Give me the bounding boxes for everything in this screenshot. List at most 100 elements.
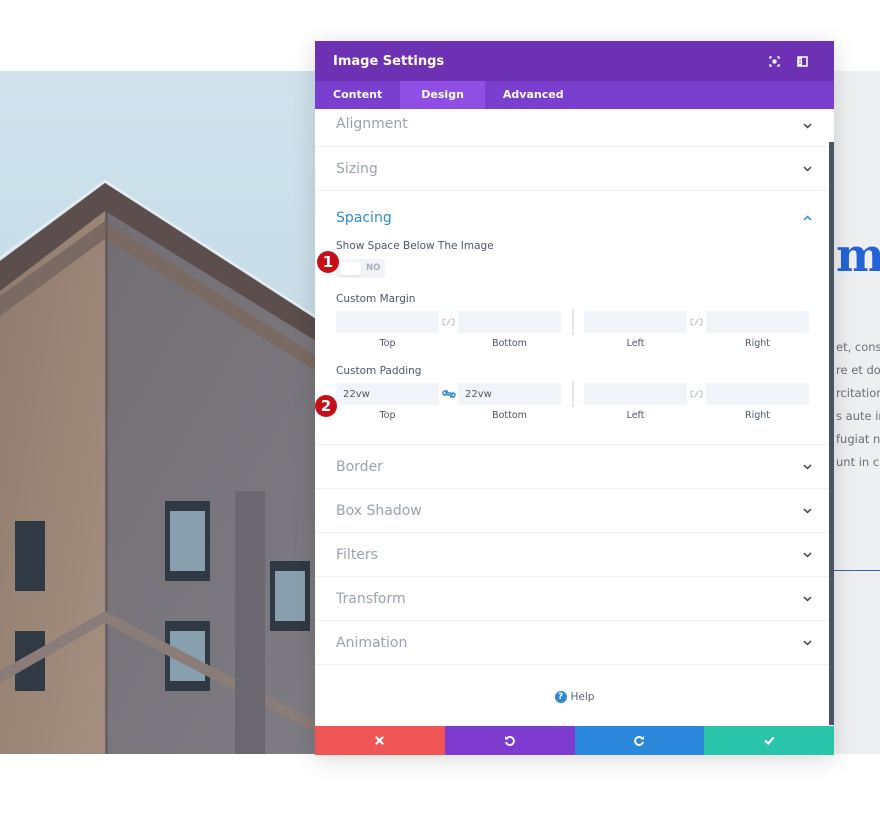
margin-left-right: Left Right bbox=[584, 311, 809, 349]
padding-top-bottom: Top Bottom bbox=[336, 383, 561, 421]
custom-margin-fields: Top Bottom Left Right bbox=[336, 309, 813, 349]
field-label: Left bbox=[626, 410, 645, 421]
modal-footer bbox=[315, 726, 834, 755]
background-text-line: rcitation bbox=[836, 386, 880, 400]
section-title: Alignment bbox=[336, 116, 408, 132]
margin-top-input[interactable] bbox=[336, 311, 439, 333]
toggle-state: NO bbox=[366, 263, 381, 273]
toggle-knob bbox=[340, 262, 361, 275]
modal-title: Image Settings bbox=[333, 53, 445, 69]
close-icon bbox=[375, 736, 384, 745]
chevron-down-icon bbox=[801, 549, 813, 561]
help-link[interactable]: ? Help bbox=[315, 665, 834, 726]
redo-icon bbox=[634, 736, 644, 746]
field-label: Right bbox=[744, 410, 771, 421]
field-label: Top bbox=[379, 338, 396, 349]
chevron-up-icon bbox=[801, 212, 813, 224]
custom-padding-right[interactable] bbox=[706, 383, 809, 405]
image-settings-modal: Image Settings Content Design Advanced A… bbox=[315, 41, 834, 755]
modal-header[interactable]: Image Settings bbox=[315, 41, 834, 81]
field-group: Top bbox=[336, 311, 439, 349]
field-group: Left bbox=[584, 383, 687, 421]
chevron-down-icon bbox=[801, 505, 813, 517]
field-label: Bottom bbox=[492, 338, 527, 349]
building-photo bbox=[0, 71, 316, 754]
custom-padding-top[interactable] bbox=[336, 383, 439, 405]
field-divider bbox=[572, 381, 574, 407]
save-button[interactable] bbox=[704, 726, 834, 755]
tab-content[interactable]: Content bbox=[315, 81, 400, 109]
section-title: Filters bbox=[336, 546, 378, 563]
margin-top-bottom: Top Bottom bbox=[336, 311, 561, 349]
section-box-shadow[interactable]: Box Shadow bbox=[315, 489, 834, 533]
tab-design[interactable]: Design bbox=[400, 81, 485, 109]
page: m I et, consec re et dolo rcitation s au… bbox=[0, 0, 880, 821]
section-title: Box Shadow bbox=[336, 502, 422, 519]
field-group: Bottom bbox=[458, 383, 561, 421]
field-label: Right bbox=[744, 338, 771, 349]
custom-padding-label: Custom Padding bbox=[336, 365, 422, 377]
split-view-icon[interactable] bbox=[788, 51, 816, 71]
background-text-line: re et dolo bbox=[836, 363, 880, 377]
chevron-down-icon bbox=[801, 163, 813, 175]
chevron-down-icon bbox=[801, 593, 813, 605]
chevron-down-icon bbox=[801, 120, 813, 132]
modal-scrollbar[interactable] bbox=[829, 142, 834, 725]
margin-left-input[interactable] bbox=[584, 311, 687, 333]
chevron-down-icon bbox=[801, 637, 813, 649]
section-title: Border bbox=[336, 458, 383, 475]
section-title: Transform bbox=[336, 590, 406, 607]
section-filters[interactable]: Filters bbox=[315, 533, 834, 577]
show-space-label: Show Space Below The Image bbox=[336, 240, 494, 252]
section-border[interactable]: Border bbox=[315, 445, 834, 489]
field-label: Top bbox=[379, 410, 396, 421]
section-title: Animation bbox=[336, 634, 408, 651]
check-icon bbox=[764, 736, 775, 745]
discard-button[interactable] bbox=[315, 726, 445, 755]
help-label: Help bbox=[570, 691, 595, 703]
custom-padding-fields: Top Bottom Left bbox=[336, 381, 813, 421]
link-icon[interactable] bbox=[439, 383, 458, 405]
background-text-line: unt in culp bbox=[836, 455, 880, 469]
chevron-down-icon bbox=[801, 461, 813, 473]
section-title: Spacing bbox=[336, 210, 392, 226]
modal-body: Alignment Sizing Spacing Show Space Belo… bbox=[315, 109, 834, 726]
help-icon: ? bbox=[554, 691, 567, 703]
settings-tabs: Content Design Advanced bbox=[315, 81, 834, 109]
field-group: Right bbox=[706, 311, 809, 349]
annotation-badge-1: 1 bbox=[317, 251, 339, 273]
background-heading: m I bbox=[836, 228, 880, 282]
undo-button[interactable] bbox=[444, 726, 575, 755]
field-group: Bottom bbox=[458, 311, 561, 349]
background-text-line: et, consec bbox=[836, 340, 880, 354]
custom-padding-left[interactable] bbox=[584, 383, 687, 405]
show-space-toggle[interactable]: NO bbox=[336, 259, 385, 278]
unlink-icon[interactable] bbox=[687, 311, 706, 333]
field-label: Bottom bbox=[492, 410, 527, 421]
redo-button[interactable] bbox=[574, 726, 705, 755]
field-group: Top bbox=[336, 383, 439, 421]
section-sizing[interactable]: Sizing bbox=[315, 147, 834, 191]
section-animation[interactable]: Animation bbox=[315, 621, 834, 665]
background-divider bbox=[834, 570, 880, 571]
tab-advanced[interactable]: Advanced bbox=[485, 81, 582, 109]
focus-mode-icon[interactable] bbox=[760, 51, 788, 71]
section-transform[interactable]: Transform bbox=[315, 577, 834, 621]
field-group: Left bbox=[584, 311, 687, 349]
custom-margin-label: Custom Margin bbox=[336, 293, 416, 305]
section-spacing: Spacing Show Space Below The Image NO 1 … bbox=[315, 191, 834, 445]
custom-padding-bottom[interactable] bbox=[458, 383, 561, 405]
unlink-icon[interactable] bbox=[687, 383, 706, 405]
section-alignment[interactable]: Alignment bbox=[315, 109, 834, 147]
padding-left-right: Left Right bbox=[584, 383, 809, 421]
field-group: Right bbox=[706, 383, 809, 421]
field-divider bbox=[572, 309, 574, 335]
section-title: Sizing bbox=[336, 160, 378, 177]
undo-icon bbox=[505, 736, 515, 746]
field-label: Left bbox=[626, 338, 645, 349]
background-text-line: fugiat n bbox=[836, 432, 880, 446]
spacing-header[interactable]: Spacing bbox=[336, 210, 813, 226]
margin-bottom-input[interactable] bbox=[458, 311, 561, 333]
margin-right-input[interactable] bbox=[706, 311, 809, 333]
unlink-icon[interactable] bbox=[439, 311, 458, 333]
